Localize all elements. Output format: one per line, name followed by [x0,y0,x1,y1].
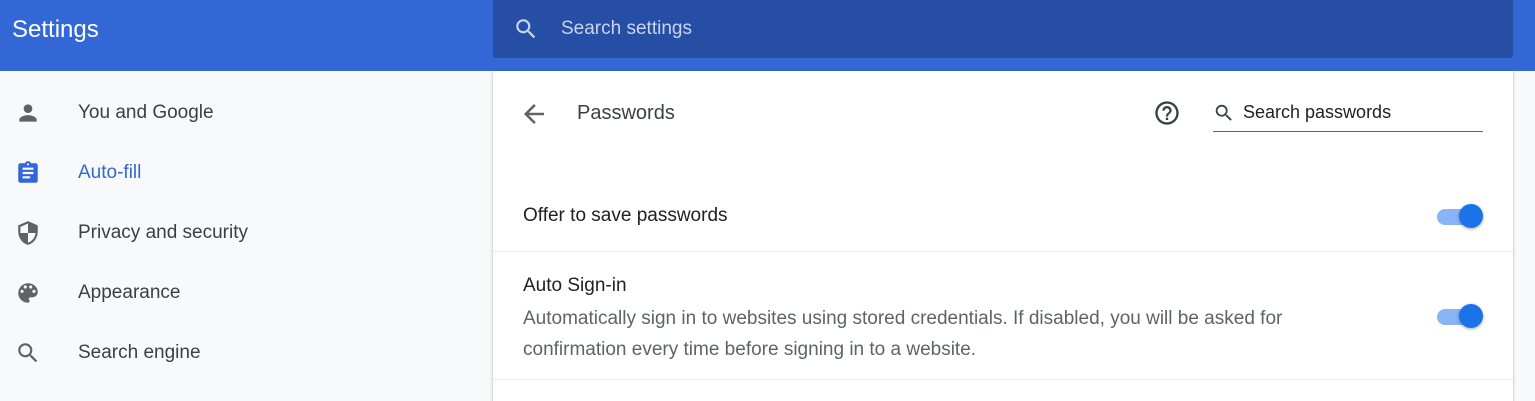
sidebar-item-label: Search engine [78,342,201,363]
toggle-knob [1459,304,1483,328]
sidebar-item-label: Appearance [78,282,181,303]
offer-to-save-passwords-row: Offer to save passwords [493,180,1513,252]
setting-title: Auto Sign-in [523,275,627,296]
sidebar-item-appearance[interactable]: Appearance [0,262,493,322]
sidebar-item-auto-fill[interactable]: Auto-fill [0,142,493,202]
sidebar-item-search-engine[interactable]: Search engine [0,322,493,382]
settings-search-box[interactable] [493,0,1513,58]
help-icon[interactable] [1153,99,1181,127]
sidebar: You and Google Auto-fill Privacy and sec… [0,71,493,401]
search-icon [1215,104,1232,121]
sidebar-item-label: Auto-fill [78,162,142,183]
palette-icon [18,283,38,303]
auto-sign-in-row: Auto Sign-in Automatically sign in to we… [493,252,1513,380]
toggle-knob [1459,204,1483,228]
shield-icon [18,221,38,245]
top-bar: Settings [0,0,1535,71]
passwords-card: Passwords Offer to save passwords Auto S… [493,71,1513,401]
back-arrow-icon[interactable] [519,99,549,129]
search-icon [516,19,536,39]
sidebar-item-privacy-and-security[interactable]: Privacy and security [0,202,493,262]
person-icon [19,104,37,122]
app-title: Settings [12,16,99,43]
passwords-search[interactable] [1213,99,1483,132]
setting-title: Offer to save passwords [523,205,728,226]
auto-sign-in-toggle[interactable] [1435,303,1485,329]
sidebar-item-you-and-google[interactable]: You and Google [0,82,493,142]
sidebar-item-label: Privacy and security [78,222,249,243]
passwords-search-input[interactable] [1243,100,1481,124]
clipboard-icon [18,161,38,183]
setting-description: Automatically sign in to websites using … [523,308,1283,360]
offer-to-save-toggle[interactable] [1435,203,1485,229]
settings-search-input[interactable] [561,14,1461,44]
search-icon [18,343,38,363]
page-title: Passwords [577,102,675,124]
sidebar-item-label: You and Google [78,102,214,123]
